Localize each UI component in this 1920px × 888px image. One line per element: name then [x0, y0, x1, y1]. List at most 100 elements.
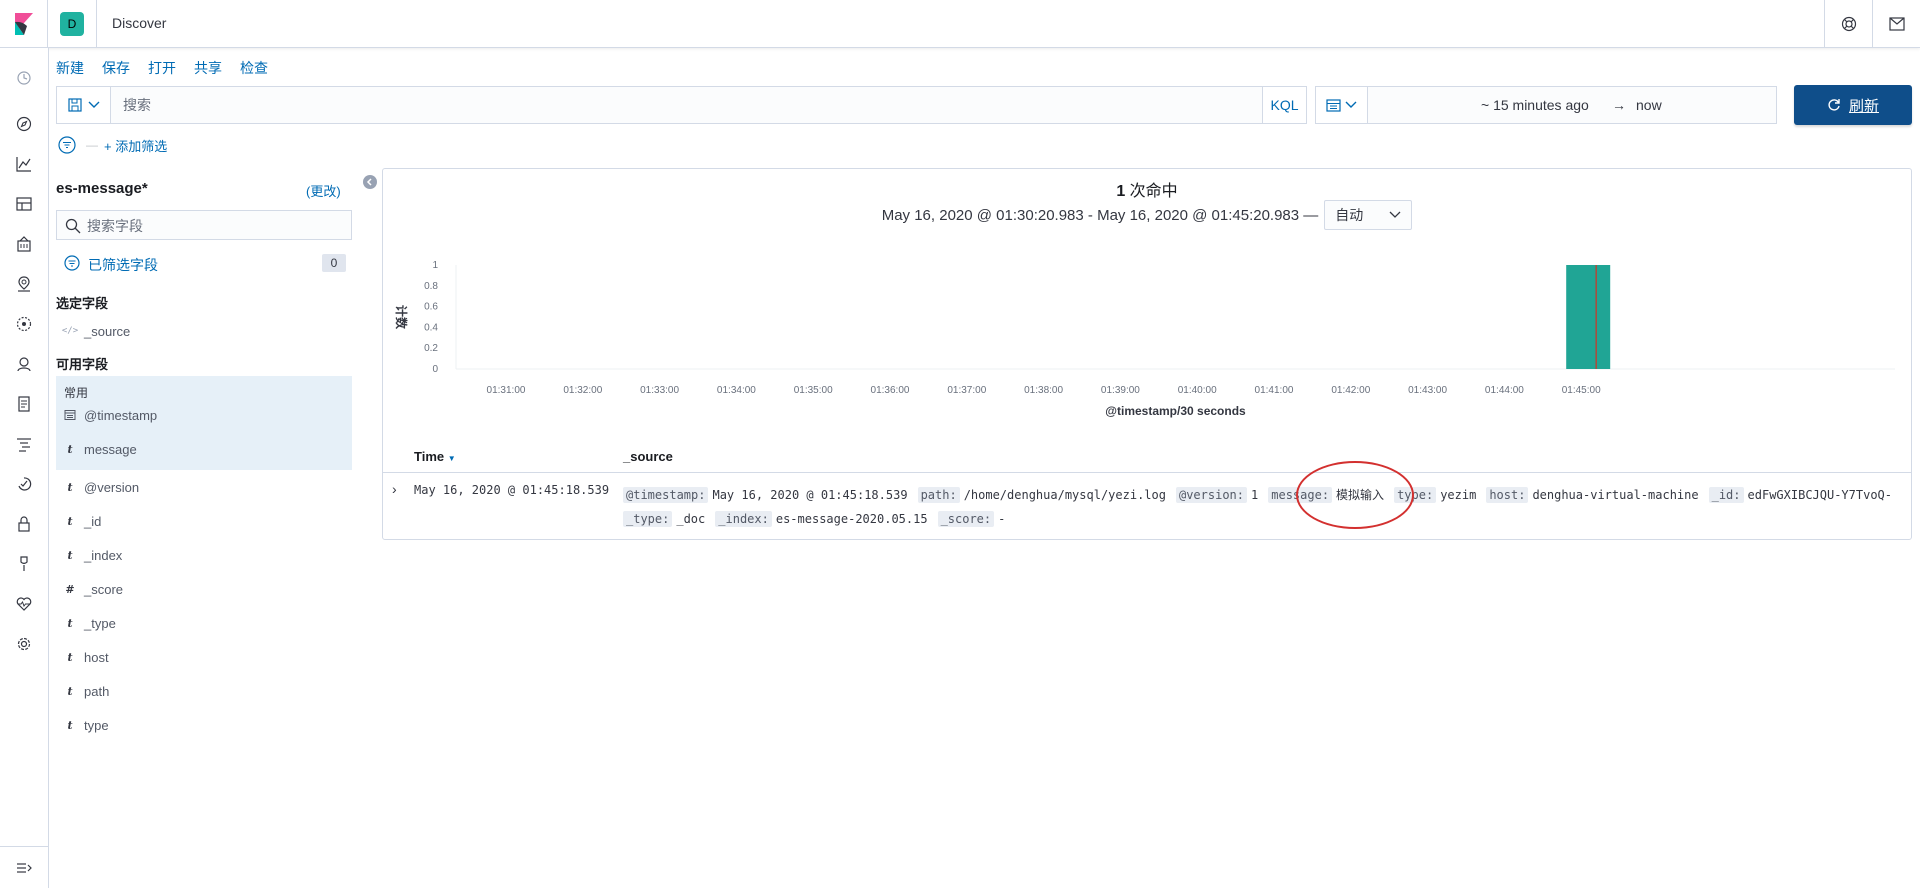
refresh-button[interactable]: 刷新 [1794, 85, 1912, 125]
field-name: _id [84, 513, 102, 529]
breadcrumb: Discover [112, 15, 167, 31]
code-icon: </> [61, 326, 79, 336]
field-item-path[interactable]: t path [56, 674, 352, 708]
logs-icon[interactable] [12, 392, 36, 416]
space-avatar[interactable]: D [60, 12, 84, 36]
x-tick-labels: 01:31:00 01:32:00 01:33:00 01:34:00 01:35:00… [487, 385, 1602, 396]
date-picker: ~ 15 minutes ago → now [1315, 86, 1777, 124]
y-axis-label: 计数 [394, 305, 409, 330]
source-field-value: 模拟输入 [1336, 488, 1385, 502]
apm-icon[interactable] [12, 432, 36, 456]
top-menu: 新建 保存 打开 共享 检查 [56, 58, 286, 78]
field-item-message[interactable]: t message [56, 432, 352, 466]
search-input[interactable] [115, 95, 1235, 115]
source-field-key: @version: [1175, 487, 1248, 503]
y-tick-label: 0 [432, 364, 438, 375]
search-icon [65, 218, 81, 234]
field-name: _index [84, 547, 123, 563]
ml-icon[interactable] [12, 312, 36, 336]
field-item-version[interactable]: t @version [56, 470, 352, 504]
monitoring-heart-icon[interactable] [12, 592, 36, 616]
histogram-chart[interactable]: 00.20.40.60.81 01:31:00 01:32:00 01:33:00 0… [383, 233, 1911, 433]
nav-collapse-icon[interactable] [0, 846, 48, 888]
string-type-icon: t [67, 548, 73, 562]
date-start[interactable]: ~ 15 minutes ago [1481, 97, 1589, 113]
source-field-value: edFwGXIBCJQU-Y7TvoQ- [1747, 488, 1893, 502]
time-header-label: Time [414, 449, 445, 464]
recent-icon[interactable] [12, 66, 36, 90]
string-type-icon: t [67, 616, 73, 630]
popular-fields: 常用 @timestamp t message [56, 376, 352, 470]
discover-icon[interactable] [12, 112, 36, 136]
add-filter-button[interactable]: + 添加筛选 [104, 136, 167, 155]
field-name: _source [84, 323, 131, 339]
field-name: _type [84, 615, 116, 631]
x-tick-label: 01:32:00 [563, 385, 602, 396]
mail-icon[interactable] [1872, 0, 1920, 48]
results-panel: 1 次命中 May 16, 2020 @ 01:30:20.983 - May … [382, 168, 1912, 540]
sort-down-icon: ▼ [447, 454, 456, 463]
saved-query-button[interactable] [57, 87, 111, 123]
kibana-logo-icon[interactable] [0, 0, 48, 48]
maps-icon[interactable] [12, 272, 36, 296]
open-button[interactable]: 打开 [148, 58, 176, 78]
help-icon[interactable] [1824, 0, 1872, 48]
visualize-icon[interactable] [12, 152, 36, 176]
y-tick-label: 0.2 [424, 343, 438, 354]
siem-lock-icon[interactable] [12, 512, 36, 536]
field-name: @timestamp [84, 407, 158, 423]
change-index-pattern-link[interactable]: (更改) [306, 181, 341, 200]
management-gear-icon[interactable] [12, 632, 36, 656]
filtered-fields-toggle[interactable]: 已筛选字段 0 [56, 252, 352, 274]
string-type-icon: t [67, 514, 73, 528]
filter-options-icon[interactable] [56, 134, 78, 156]
inspect-button[interactable]: 检查 [240, 58, 268, 78]
time-column-header[interactable]: Time ▼ [414, 449, 456, 464]
filter-bar: — + 添加筛选 [56, 134, 167, 156]
field-item-source[interactable]: </> _source [56, 314, 352, 348]
field-item-index[interactable]: t _index [56, 538, 352, 572]
expand-row-chevron-icon[interactable]: › [392, 481, 397, 497]
source-field-key: message: [1268, 487, 1333, 503]
top-header: D Discover [0, 0, 1920, 48]
y-tick-labels: 0 0.2 0.4 0.6 0.8 1 [424, 260, 438, 375]
field-item-host[interactable]: t host [56, 640, 352, 674]
string-type-icon: t [67, 480, 73, 494]
hits-number: 1 [1116, 183, 1126, 200]
collapse-sidebar-icon[interactable] [363, 175, 377, 189]
new-button[interactable]: 新建 [56, 58, 84, 78]
date-end[interactable]: now [1636, 97, 1662, 113]
uptime-icon[interactable] [12, 472, 36, 496]
field-item-type-underscore[interactable]: t _type [56, 606, 352, 640]
canvas-icon[interactable] [12, 232, 36, 256]
field-item-timestamp[interactable]: @timestamp [56, 398, 352, 432]
interval-select[interactable]: 自动 [1324, 200, 1413, 230]
field-name: path [84, 683, 110, 699]
x-tick-label: 01:37:00 [947, 385, 986, 396]
filtered-fields-count: 0 [322, 254, 346, 272]
save-button[interactable]: 保存 [102, 58, 130, 78]
quick-menu-button[interactable] [1316, 87, 1368, 123]
field-search-input[interactable] [87, 217, 337, 235]
arrow-right-icon: → [1612, 97, 1626, 113]
dev-tools-icon[interactable] [12, 552, 36, 576]
histogram-bar[interactable] [1566, 265, 1611, 369]
field-item-type[interactable]: t type [56, 708, 352, 742]
chevron-down-icon [88, 101, 99, 108]
infrastructure-icon[interactable] [12, 352, 36, 376]
y-tick-label: 0.8 [424, 281, 438, 292]
filter-icon [64, 255, 80, 271]
y-tick-label: 0.6 [424, 302, 438, 313]
field-item-id[interactable]: t _id [56, 504, 352, 538]
field-item-score[interactable]: # _score [56, 572, 352, 606]
share-button[interactable]: 共享 [194, 58, 222, 78]
source-column-header: _source [623, 449, 673, 464]
dashboard-icon[interactable] [12, 192, 36, 216]
hits-suffix: 次命中 [1129, 183, 1178, 200]
x-tick-label: 01:42:00 [1331, 385, 1370, 396]
source-field-value: es-message-2020.05.15 [775, 512, 928, 526]
refresh-icon [1828, 99, 1840, 111]
available-fields-title: 可用字段 [56, 357, 109, 372]
y-tick-label: 0.4 [424, 322, 438, 333]
kql-toggle-button[interactable]: KQL [1262, 87, 1306, 123]
